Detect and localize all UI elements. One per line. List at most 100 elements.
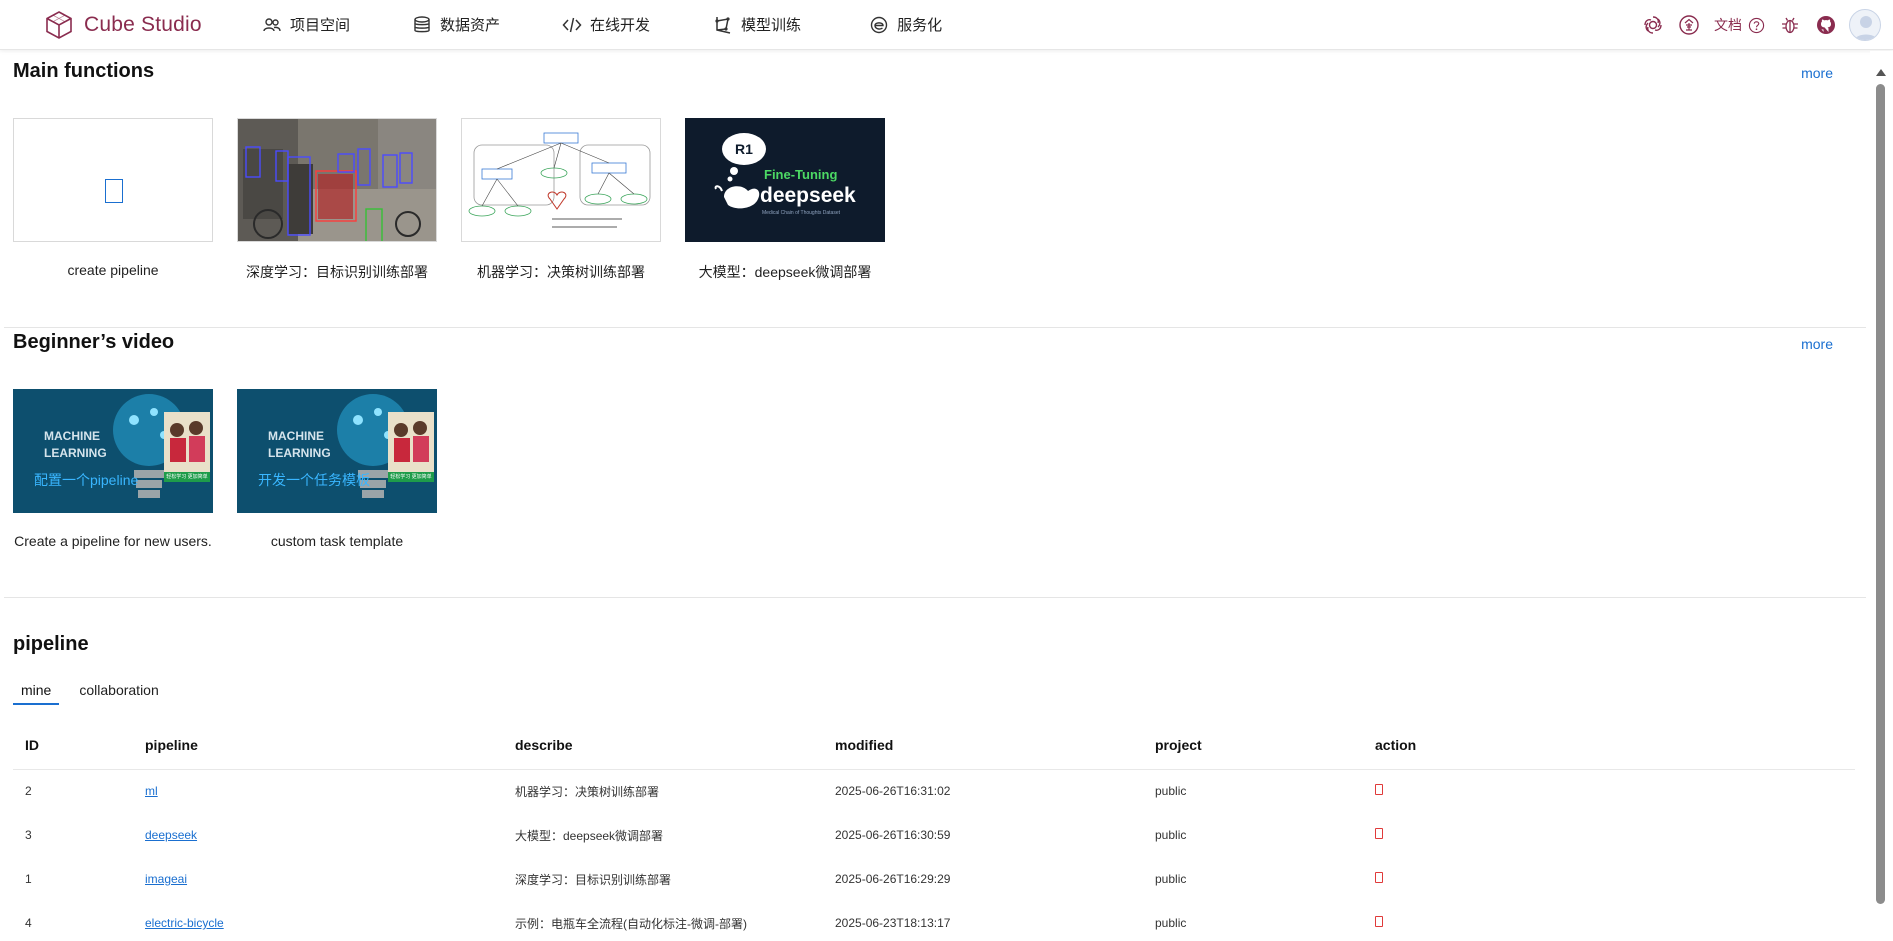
delete-icon[interactable] — [1375, 916, 1383, 927]
video-overlay-subtitle: 配置一个pipeline — [34, 472, 139, 488]
cell-id: 2 — [25, 784, 32, 799]
section-title: Beginner’s video — [13, 331, 175, 353]
section-divider — [4, 597, 1866, 598]
cell-project: public — [1155, 916, 1187, 930]
cell-project: public — [1155, 828, 1187, 842]
video-overlay-subtitle: 开发一个任务模板 — [258, 472, 370, 488]
video-badge: 轻松学习 更加简单 — [166, 474, 208, 480]
table-row: 3 deepseek 大模型：deepseek微调部署 2025-06-26T1… — [13, 813, 1855, 857]
openai-icon[interactable] — [1642, 14, 1664, 36]
nav-label: 数据资产 — [440, 17, 501, 34]
pipeline-title: pipeline — [13, 633, 89, 655]
deepseek-badge-text: R1 — [735, 141, 753, 157]
table-row: 1 imageai 深度学习：目标识别训练部署 2025-06-26T16:29… — [13, 857, 1855, 901]
column-header: pipeline — [133, 721, 503, 770]
scroll-up-arrow-icon[interactable] — [1876, 69, 1886, 76]
function-card-decision-tree[interactable]: 机器学习：决策树训练部署 — [461, 118, 661, 282]
code-icon — [562, 17, 582, 32]
delete-icon[interactable] — [1375, 784, 1383, 796]
cell-modified: 2025-06-26T16:30:59 — [835, 828, 951, 842]
cell-describe: 深度学习：目标识别训练部署 — [515, 872, 672, 887]
column-header: describe — [503, 721, 823, 770]
table-row: 2 ml 机器学习：决策树训练部署 2025-06-26T16:31:02 pu… — [13, 769, 1855, 813]
nav-item-online-dev[interactable]: 在线开发 — [562, 14, 650, 35]
cell-id: 3 — [25, 828, 32, 842]
section-title: Main functions — [13, 60, 155, 82]
card-caption: 机器学习：决策树训练部署 — [477, 264, 645, 280]
column-header: project — [1143, 721, 1363, 770]
pipeline-link[interactable]: deepseek — [145, 828, 197, 842]
nav-label: 在线开发 — [590, 17, 651, 34]
decision-tree-image — [461, 118, 661, 242]
card-caption: create pipeline — [67, 262, 159, 278]
cell-project: public — [1155, 872, 1187, 886]
deepseek-line1-text: Fine-Tuning — [764, 167, 837, 182]
deepseek-image: R1 Fine-Tuning deepseek Medical Chain of… — [685, 118, 885, 242]
github-icon[interactable] — [1815, 14, 1837, 36]
nav-label: 模型训练 — [741, 17, 802, 34]
function-card-deepseek[interactable]: R1 Fine-Tuning deepseek Medical Chain of… — [685, 118, 885, 282]
card-caption: custom task template — [270, 533, 404, 549]
function-card-object-detection[interactable]: 深度学习：目标识别训练部署 — [237, 118, 437, 282]
nav-item-data-assets[interactable]: 数据资产 — [412, 14, 500, 35]
cell-describe: 示例：电瓶车全流程(自动化标注-微调-部署) — [515, 916, 747, 931]
nav-label: 服务化 — [897, 17, 943, 34]
user-avatar-icon — [1854, 16, 1878, 40]
main-functions-section: Main functions more create pipeline 深度学习… — [4, 51, 1866, 321]
scroll-thumb[interactable] — [1876, 84, 1885, 904]
enterprise-icon[interactable] — [1678, 14, 1700, 36]
nav-item-model-training[interactable]: 模型训练 — [713, 14, 801, 35]
video-card-create-pipeline[interactable]: MACHINE LEARNING 配置一个pipeline 轻松学习 更加简单 … — [13, 389, 213, 549]
video-badge: 轻松学习 更加简单 — [390, 474, 432, 480]
cell-describe: 机器学习：决策树训练部署 — [515, 784, 660, 799]
avatar[interactable] — [1849, 9, 1881, 41]
tab-mine[interactable]: mine — [13, 675, 60, 705]
card-caption: 深度学习：目标识别训练部署 — [246, 264, 428, 280]
users-icon — [263, 17, 281, 31]
card-caption: Create a pipeline for new users. — [14, 533, 212, 549]
vertical-scrollbar[interactable] — [1870, 51, 1893, 941]
train-icon — [715, 16, 731, 34]
function-card-create-pipeline[interactable]: create pipeline — [13, 118, 213, 278]
column-header: action — [1363, 721, 1855, 770]
cube-logo-icon — [46, 10, 72, 39]
video-card-task-template[interactable]: MACHINE LEARNING 开发一个任务模板 轻松学习 更加简单 cust… — [237, 389, 437, 549]
column-header: ID — [13, 721, 133, 770]
video-thumbnail: MACHINE LEARNING 开发一个任务模板 轻松学习 更加简单 — [237, 389, 437, 513]
video-thumbnail: MACHINE LEARNING 配置一个pipeline 轻松学习 更加简单 — [13, 389, 213, 513]
more-link[interactable]: more — [1801, 336, 1833, 352]
top-navbar: Cube Studio 项目空间 数据资产 在线开发 模型训练 服务化 文档 — [0, 0, 1893, 50]
card-caption: 大模型：deepseek微调部署 — [698, 264, 872, 280]
delete-icon[interactable] — [1375, 828, 1383, 839]
card-thumbnail — [13, 118, 213, 242]
docs-link[interactable]: 文档 — [1714, 15, 1765, 35]
video-overlay-title: MACHINE LEARNING — [268, 429, 331, 460]
cell-project: public — [1155, 784, 1187, 799]
beginner-video-section: Beginner’s video more MACHINE LEARNING 配… — [4, 331, 1866, 591]
page-content: Main functions more create pipeline 深度学习… — [0, 51, 1870, 941]
cell-modified: 2025-06-23T18:13:17 — [835, 916, 951, 930]
pipeline-link[interactable]: imageai — [145, 872, 187, 886]
nav-item-projects[interactable]: 项目空间 — [262, 14, 350, 35]
section-divider — [4, 327, 1866, 328]
nav-item-serving[interactable]: 服务化 — [869, 14, 942, 35]
deepseek-line2-text: deepseek — [760, 184, 856, 207]
more-link[interactable]: more — [1801, 65, 1833, 81]
delete-icon[interactable] — [1375, 872, 1383, 883]
pipeline-table: ID pipeline describe modified project ac… — [13, 721, 1855, 941]
video-overlay-title: MACHINE LEARNING — [44, 429, 107, 460]
help-icon — [1748, 17, 1765, 33]
pipeline-link[interactable]: electric-bicycle — [145, 916, 224, 930]
bug-icon[interactable] — [1779, 14, 1801, 36]
app-name: Cube Studio — [84, 12, 202, 36]
header-tools: 文档 — [1642, 0, 1893, 50]
pipeline-link[interactable]: ml — [145, 784, 158, 798]
street-detection-image — [237, 118, 437, 242]
cell-modified: 2025-06-26T16:29:29 — [835, 872, 951, 886]
cell-id: 4 — [25, 916, 32, 930]
tab-collaboration[interactable]: collaboration — [71, 675, 166, 705]
service-icon — [870, 16, 888, 33]
database-icon — [414, 15, 430, 32]
brand[interactable]: Cube Studio — [44, 10, 252, 40]
cell-modified: 2025-06-26T16:31:02 — [835, 784, 951, 799]
